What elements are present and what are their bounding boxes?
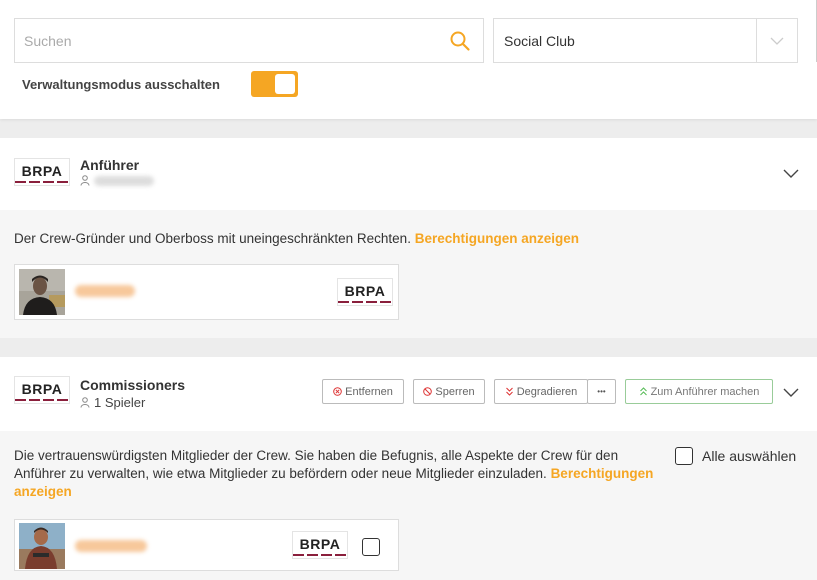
avatar xyxy=(19,269,65,315)
user-icon xyxy=(80,175,90,186)
admin-mode-toggle[interactable] xyxy=(251,71,298,97)
rank-leader-name xyxy=(80,175,154,186)
chevron-down-icon[interactable] xyxy=(770,35,784,47)
chevron-down-icon[interactable] xyxy=(783,388,799,398)
user-icon xyxy=(80,397,90,408)
view-permissions-link[interactable]: Berechtigungen anzeigen xyxy=(415,231,579,246)
member-card[interactable]: BRPA xyxy=(14,264,399,320)
demote-button[interactable]: Degradieren xyxy=(494,379,588,404)
crew-tag-underline xyxy=(15,399,69,401)
crew-tag-underline xyxy=(293,554,347,556)
chevron-down-icon[interactable] xyxy=(783,169,799,179)
search-icon[interactable] xyxy=(449,30,471,52)
rank-title: Commissioners xyxy=(80,377,186,393)
redacted-name xyxy=(75,540,147,552)
platform-select-value: Social Club xyxy=(504,33,575,49)
more-actions-button[interactable]: ••• xyxy=(587,379,616,404)
admin-mode-label: Verwaltungsmodus ausschalten xyxy=(22,77,220,92)
redacted-name xyxy=(75,285,135,297)
rank-member-count: 1 Spieler xyxy=(80,395,145,410)
select-all-checkbox[interactable] xyxy=(675,447,693,465)
platform-select[interactable]: Social Club xyxy=(493,18,798,63)
filter-bar: Social Club Verwaltungsmodus ausschalten xyxy=(0,0,817,119)
double-chevron-down-icon xyxy=(505,387,513,396)
redacted-name xyxy=(94,175,154,186)
select-divider xyxy=(756,19,757,62)
crew-tag-badge: BRPA xyxy=(337,278,393,306)
double-chevron-up-icon xyxy=(639,387,647,396)
rank-header-leader[interactable]: BRPA Anführer xyxy=(0,138,817,210)
rank-title: Anführer xyxy=(80,157,140,173)
rank-description: Die vertrauenswürdigsten Mitglieder der … xyxy=(14,448,654,499)
rank-body-leader: Der Crew-Gründer und Oberboss mit uneing… xyxy=(0,210,817,338)
rank-description: Der Crew-Gründer und Oberboss mit uneing… xyxy=(14,231,579,246)
search-input[interactable] xyxy=(15,19,445,62)
search-box[interactable] xyxy=(14,18,484,63)
crew-tag-underline xyxy=(15,181,69,183)
crew-tag-badge: BRPA xyxy=(14,158,70,186)
make-leader-button[interactable]: Zum Anführer machen xyxy=(625,379,773,404)
toggle-knob xyxy=(275,74,295,94)
crew-tag-badge: BRPA xyxy=(14,376,70,404)
select-all-label[interactable]: Alle auswählen xyxy=(702,448,796,464)
member-card[interactable]: BRPA xyxy=(14,519,399,571)
member-select-checkbox[interactable] xyxy=(362,538,380,556)
crew-tag-underline xyxy=(338,301,392,303)
remove-button[interactable]: Entfernen xyxy=(322,379,404,404)
ban-icon xyxy=(423,387,433,396)
crew-tag-badge: BRPA xyxy=(292,531,348,559)
rank-body-commissioners: Die vertrauenswürdigsten Mitglieder der … xyxy=(0,431,817,580)
avatar xyxy=(19,523,65,569)
ban-button[interactable]: Sperren xyxy=(413,379,485,404)
remove-icon xyxy=(333,387,342,396)
